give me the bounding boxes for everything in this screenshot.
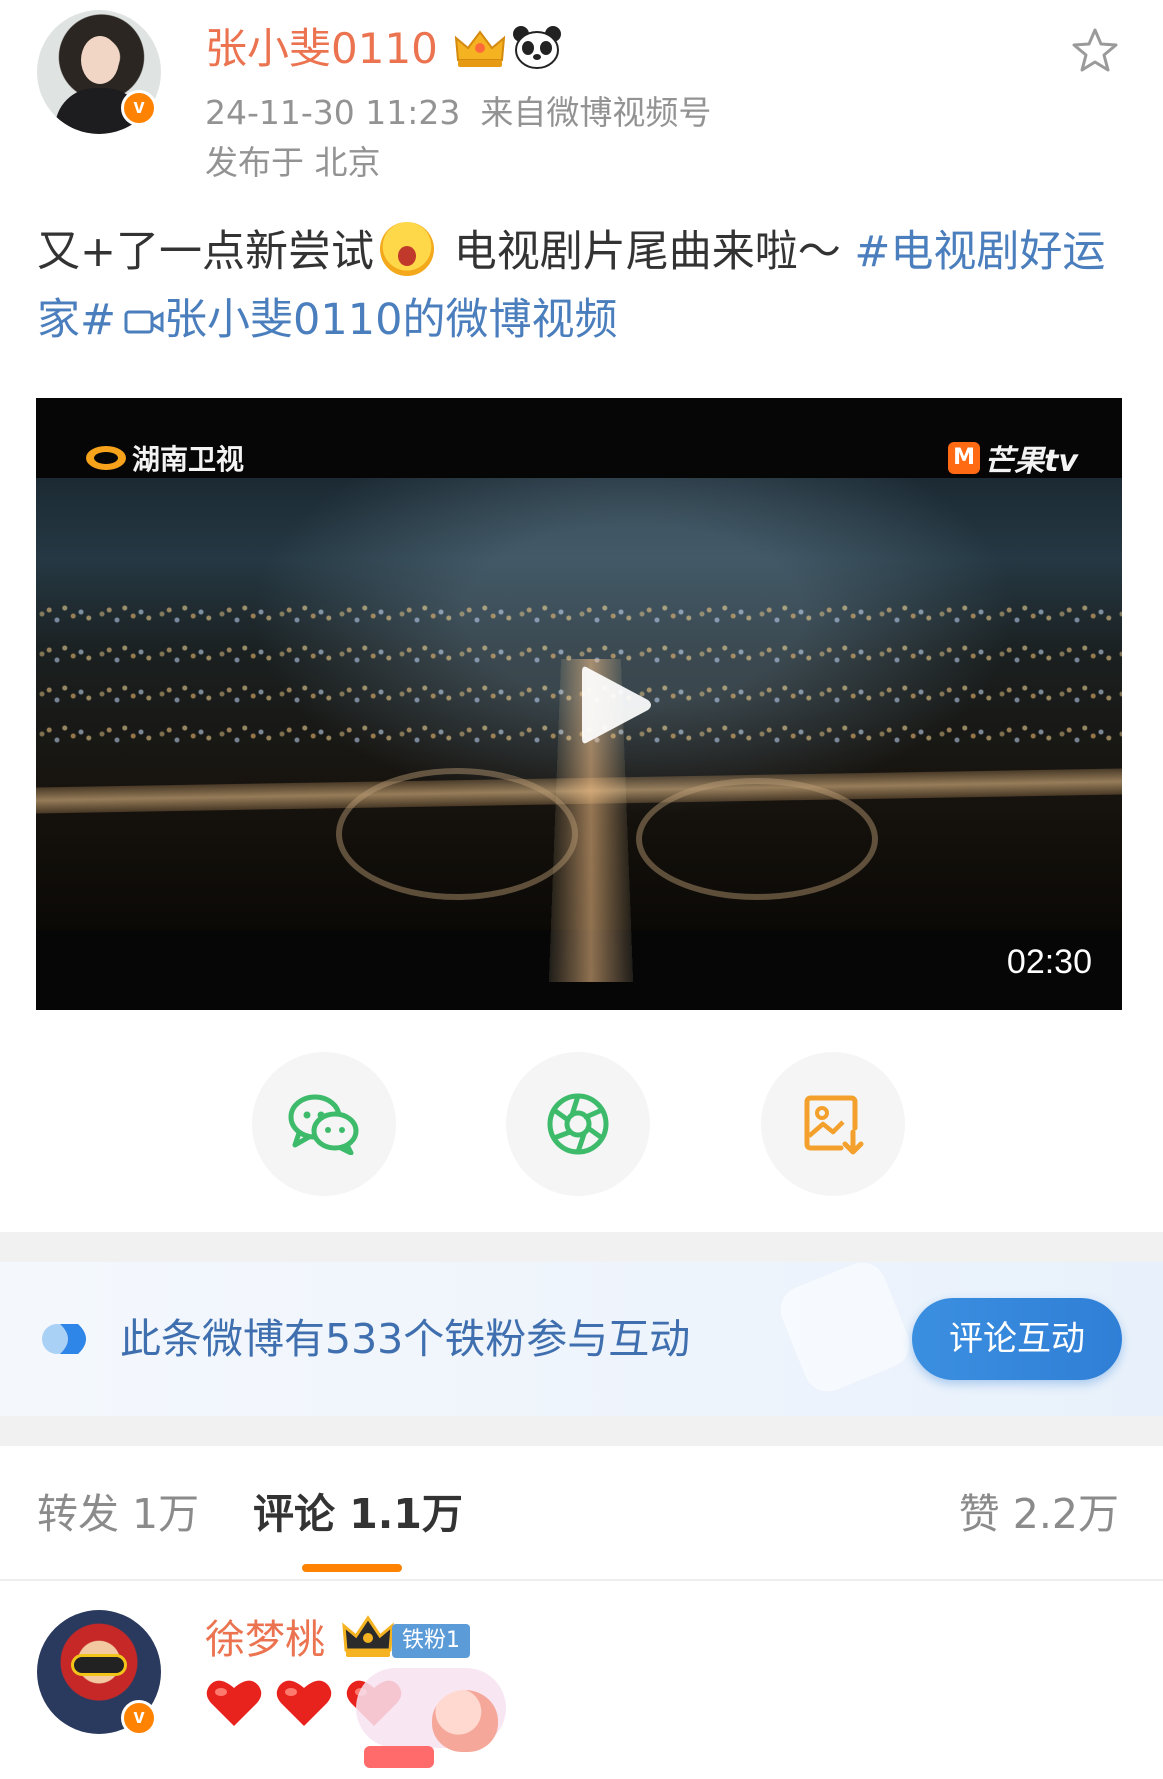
- post-text: 又+了一点新尝试 电视剧片尾曲来啦～ #电视剧好运家# 张小斐0110的微博视频: [37, 218, 1127, 354]
- weibo-post-page: v 张小斐0110 24-11-30 11:23 来自微博视频号 发布于 北京 又…: [0, 0, 1163, 1779]
- verified-badge: v: [121, 90, 157, 126]
- post-text-part2: 电视剧片尾曲来啦～: [440, 227, 855, 277]
- banner-decoration: [773, 1262, 917, 1399]
- video-link-icon: [124, 310, 164, 334]
- play-icon[interactable]: [576, 660, 656, 750]
- tabs-divider: [0, 1579, 1163, 1581]
- channel-logo-mango-text: 芒果tv: [984, 444, 1078, 479]
- video-player[interactable]: 湖南卫视 M 芒果tv 02:30: [36, 398, 1122, 1010]
- crown-level-icon[interactable]: [452, 26, 508, 70]
- surprised-face-emoji: [380, 222, 435, 276]
- star-icon[interactable]: [1070, 26, 1120, 76]
- hunan-tv-logo-icon: [86, 446, 126, 470]
- save-image-button[interactable]: [761, 1052, 905, 1196]
- fan-interaction-text: 此条微博有533个铁粉参与互动: [120, 1315, 691, 1363]
- post-source[interactable]: 来自微博视频号: [480, 93, 711, 132]
- tab-like[interactable]: 赞 2.2万: [959, 1488, 1119, 1540]
- channel-logo-mango: M 芒果tv: [948, 440, 1078, 479]
- section-separator: [0, 1232, 1163, 1262]
- sticker-banner: [364, 1746, 434, 1768]
- avatar-face: [81, 36, 119, 84]
- video-duration: 02:30: [1006, 943, 1092, 981]
- wechat-share-icon: [288, 1094, 359, 1155]
- panda-icon[interactable]: [512, 24, 562, 70]
- channel-logo-hunan-text: 湖南卫视: [132, 443, 245, 476]
- commenter-name[interactable]: 徐梦桃: [205, 1614, 325, 1666]
- fan-crown-icon: [342, 1615, 394, 1657]
- comment-interact-button[interactable]: 评论互动: [912, 1298, 1122, 1380]
- video-link[interactable]: 张小斐0110的微博视频: [164, 295, 617, 345]
- peach-sticker: [316, 1660, 506, 1770]
- loop-road-left: [336, 768, 578, 900]
- post-location: 发布于 北京: [205, 143, 381, 182]
- loop-road-right: [636, 778, 878, 900]
- active-tab-indicator: [302, 1564, 402, 1572]
- play-toggle-icon: [42, 1324, 86, 1354]
- post-datetime: 24-11-30 11:23: [205, 93, 461, 132]
- author-name[interactable]: 张小斐0110: [205, 22, 438, 76]
- mango-tv-logo-icon: M: [948, 442, 981, 474]
- channel-logo-hunan: 湖南卫视: [86, 440, 244, 476]
- avatar-goggles: [71, 1654, 127, 1676]
- tab-repost[interactable]: 转发 1万: [37, 1488, 199, 1540]
- section-separator-2: [0, 1416, 1163, 1446]
- post-text-part1: 又+了一点新尝试: [37, 227, 375, 277]
- save-image-icon: [804, 1095, 864, 1155]
- fan-level-badge: 铁粉1: [392, 1624, 470, 1658]
- post-meta: 24-11-30 11:23 来自微博视频号: [205, 92, 711, 134]
- heart-emoji: [206, 1680, 262, 1726]
- moments-share-button[interactable]: [506, 1052, 650, 1196]
- interaction-tabs: 转发 1万 评论 1.1万 赞 2.2万: [0, 1448, 1163, 1578]
- fan-interaction-banner[interactable]: 此条微博有533个铁粉参与互动 评论互动: [0, 1262, 1163, 1416]
- tab-comment[interactable]: 评论 1.1万: [253, 1488, 463, 1540]
- moments-share-icon: [547, 1093, 609, 1155]
- peach-icon: [432, 1690, 498, 1752]
- wechat-share-button[interactable]: [252, 1052, 396, 1196]
- commenter-verified-badge: v: [121, 1700, 157, 1736]
